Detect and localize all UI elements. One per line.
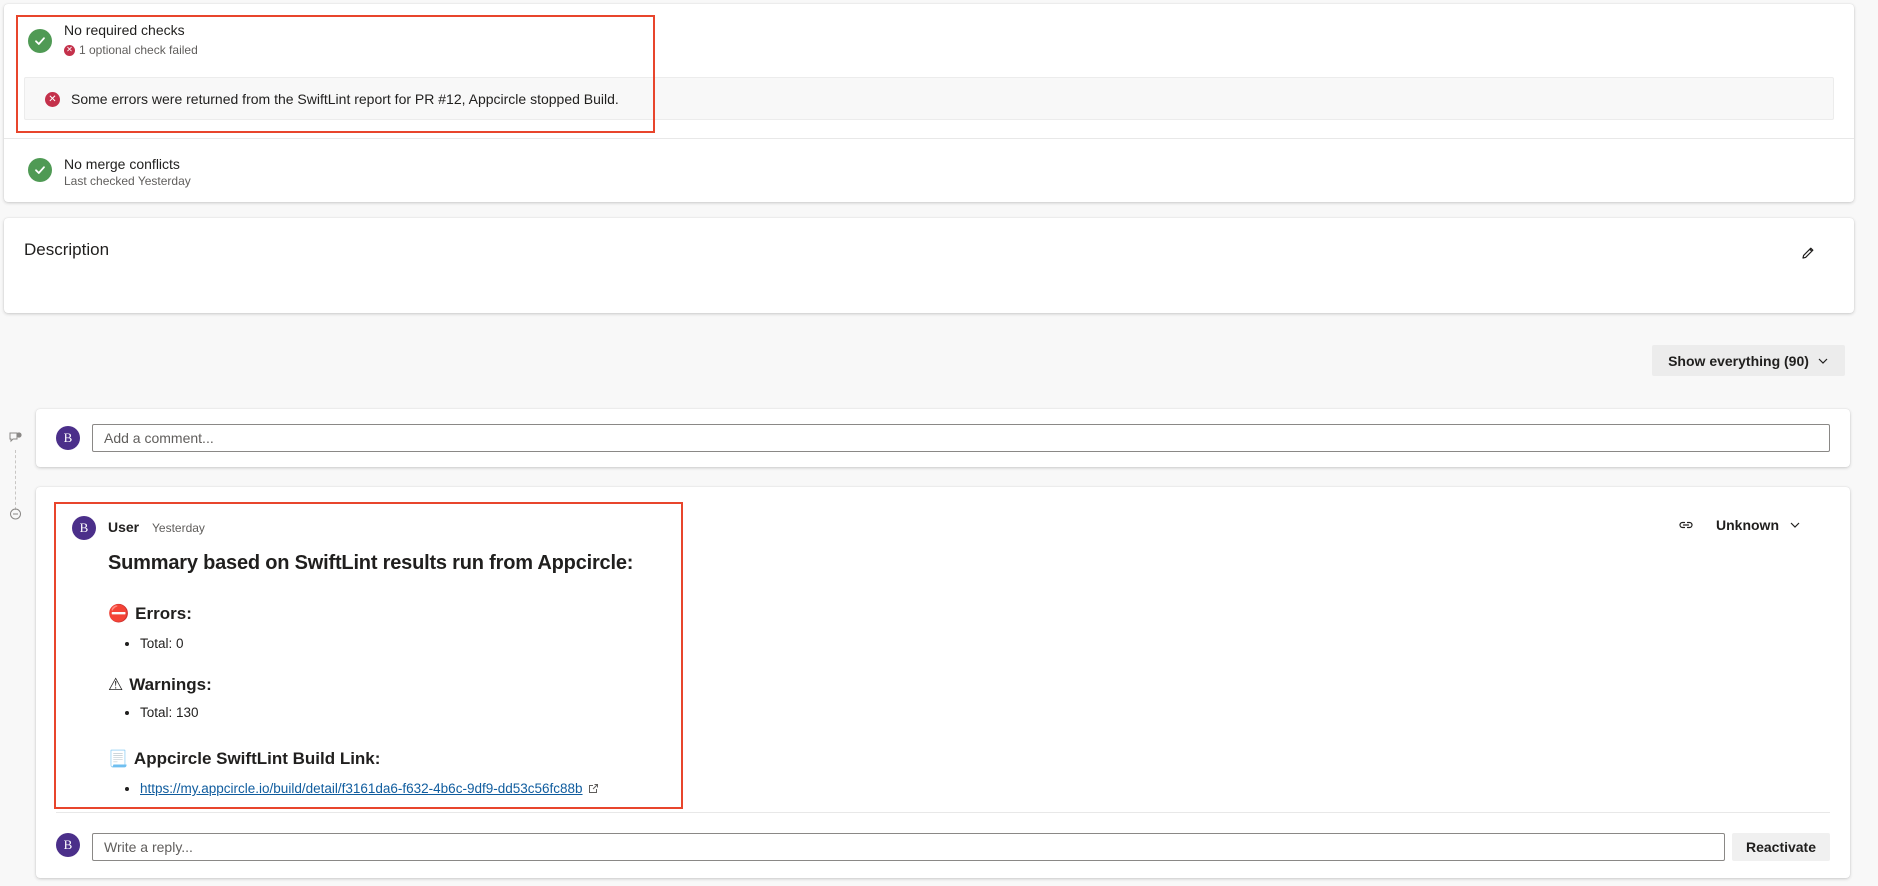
avatar: B — [72, 516, 96, 540]
add-comment-input[interactable] — [92, 424, 1830, 452]
comment-timestamp: Yesterday — [152, 521, 205, 535]
errors-heading: ⛔ Errors: — [108, 604, 192, 624]
required-checks-title: No required checks — [64, 22, 185, 38]
reactivate-button[interactable]: Reactivate — [1732, 833, 1830, 861]
comment-thread-card: B User Yesterday Unknown Summary based o… — [36, 487, 1850, 878]
description-title: Description — [24, 240, 110, 259]
comment-add-icon — [8, 431, 23, 450]
error-message-panel: ✕ Some errors were returned from the Swi… — [24, 77, 1834, 120]
optional-check-status[interactable]: ✕ 1 optional check failed — [64, 43, 198, 57]
page-icon: 📃 — [108, 751, 128, 768]
divider — [56, 812, 1830, 813]
description-card: Description — [4, 218, 1854, 313]
summary-heading: Summary based on SwiftLint results run f… — [108, 552, 634, 574]
no-entry-icon: ⛔ — [108, 604, 130, 623]
edit-pencil-icon[interactable] — [1800, 245, 1816, 261]
build-link-list: https://my.appcircle.io/build/detail/f31… — [108, 780, 599, 799]
avatar: B — [56, 833, 80, 857]
add-comment-card: B — [36, 409, 1850, 467]
error-icon: ✕ — [64, 44, 75, 56]
warnings-heading: ⚠ Warnings: — [108, 675, 212, 695]
show-everything-filter[interactable]: Show everything (90) — [1652, 345, 1845, 376]
comment-icon — [9, 508, 22, 526]
build-link[interactable]: https://my.appcircle.io/build/detail/f31… — [140, 781, 583, 796]
filter-label: Show everything (90) — [1668, 352, 1809, 369]
build-link-heading: 📃 Appcircle SwiftLint Build Link: — [108, 749, 380, 769]
check-success-icon — [28, 158, 52, 182]
comment-author: User — [108, 519, 140, 535]
merge-conflicts-subtitle: Last checked Yesterday — [64, 174, 191, 188]
errors-heading-text: Errors: — [135, 604, 192, 623]
chevron-down-icon — [1817, 355, 1829, 367]
reply-input[interactable] — [92, 833, 1725, 861]
warnings-total: Total: 130 — [140, 704, 199, 722]
external-link-icon — [588, 781, 599, 799]
error-icon: ✕ — [45, 92, 60, 107]
optional-failed-text: 1 optional check failed — [79, 43, 198, 57]
link-icon[interactable] — [1678, 518, 1694, 537]
warnings-list: Total: 130 — [108, 704, 199, 722]
warning-icon: ⚠ — [108, 675, 124, 694]
chevron-down-icon — [1789, 519, 1801, 531]
warnings-heading-text: Warnings: — [129, 675, 212, 694]
status-dropdown[interactable]: Unknown — [1716, 517, 1801, 533]
timeline-line — [15, 450, 16, 510]
errors-list: Total: 0 — [108, 635, 184, 653]
build-link-item: https://my.appcircle.io/build/detail/f31… — [140, 780, 599, 799]
errors-total: Total: 0 — [140, 635, 184, 653]
avatar: B — [56, 426, 80, 450]
merge-conflicts-title: No merge conflicts — [64, 156, 180, 172]
checks-card: No required checks ✕ 1 optional check fa… — [4, 4, 1854, 202]
divider — [4, 138, 1854, 139]
build-link-heading-text: Appcircle SwiftLint Build Link: — [133, 749, 381, 768]
status-label: Unknown — [1716, 517, 1779, 533]
error-message-text: Some errors were returned from the Swift… — [71, 91, 619, 107]
check-success-icon — [28, 29, 52, 53]
